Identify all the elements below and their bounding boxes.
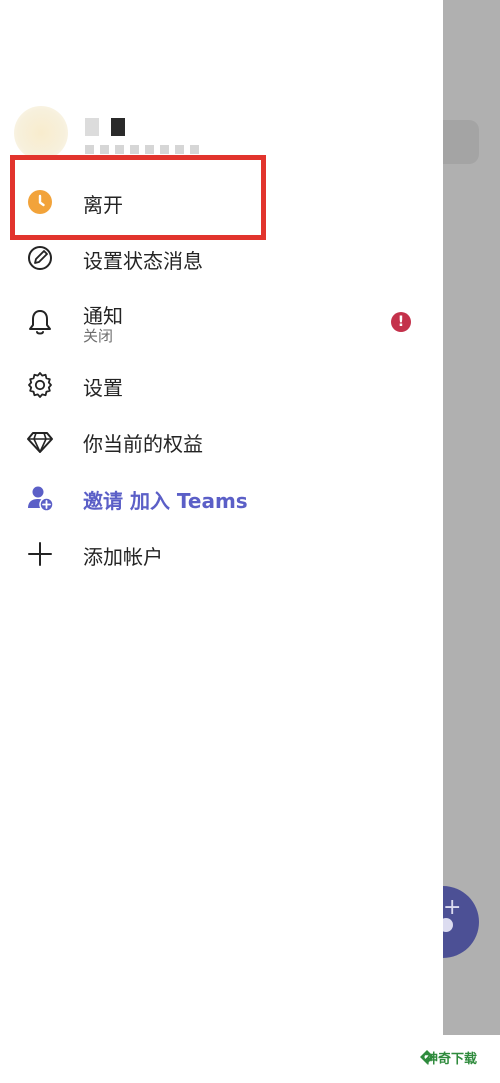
invite-to-teams-label: 邀请 加入 Teams	[83, 489, 248, 513]
invite-to-teams-item[interactable]: 邀请 加入 Teams	[0, 469, 443, 525]
backdrop-search-bar	[443, 120, 479, 164]
site-watermark: 神奇下载	[420, 1035, 500, 1083]
add-account-item[interactable]: 添加帐户	[0, 525, 443, 581]
set-status-message-item[interactable]: 设置状态消息	[0, 230, 443, 286]
watermark-text: 神奇下载	[425, 1052, 478, 1067]
highlight-annotation	[10, 155, 266, 240]
benefits-label: 你当前的权益	[83, 432, 203, 456]
diamond-icon	[24, 425, 56, 457]
profile-name-blurred	[85, 118, 133, 138]
account-drawer: 离开 设置状态消息 通知 关闭 ! 设置 你当前的权益 邀请 加入 Teams …	[0, 0, 443, 1083]
pen-circle-icon	[24, 242, 56, 274]
benefits-item[interactable]: 你当前的权益	[0, 412, 443, 468]
gear-icon	[24, 369, 56, 401]
add-account-label: 添加帐户	[83, 545, 163, 569]
fab-plus-icon: +	[443, 895, 462, 920]
notifications-item[interactable]: 通知 关闭	[0, 292, 443, 348]
alert-badge: !	[391, 312, 411, 332]
backdrop-overlay[interactable]: +	[407, 0, 500, 1035]
bell-icon	[24, 306, 56, 338]
settings-item[interactable]: 设置	[0, 356, 443, 412]
add-person-icon	[24, 482, 56, 514]
avatar[interactable]	[14, 106, 68, 160]
settings-label: 设置	[83, 376, 123, 400]
set-status-message-label: 设置状态消息	[83, 249, 203, 273]
notifications-status: 关闭	[83, 327, 114, 345]
plus-icon	[24, 538, 56, 570]
